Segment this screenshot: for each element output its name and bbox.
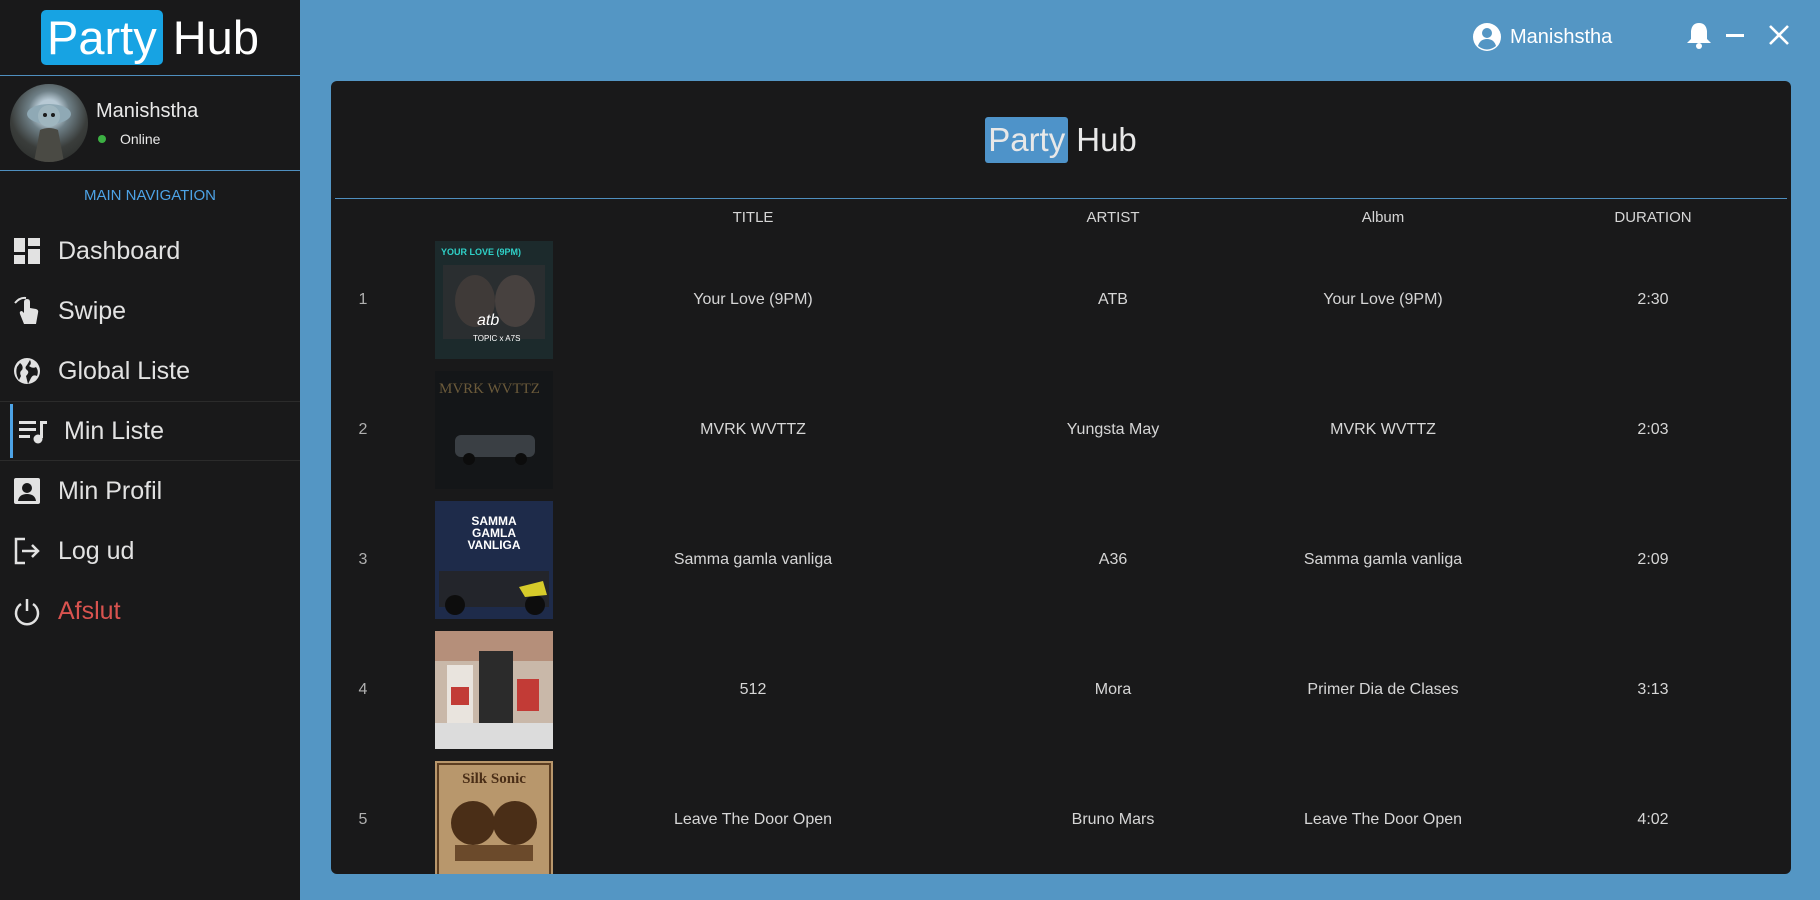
- app-logo: Party Hub: [0, 0, 300, 76]
- nav-label: Afslut: [58, 596, 121, 625]
- avatar: [10, 84, 88, 162]
- topbar-user[interactable]: Manishstha: [1472, 22, 1612, 52]
- cover-text: atb: [477, 312, 499, 329]
- table-header-row: TITLE ARTIST Album DURATION: [331, 199, 1791, 235]
- nav-min-profil[interactable]: Min Profil: [0, 461, 300, 521]
- track-title: 512: [739, 681, 767, 698]
- col-title[interactable]: TITLE: [575, 199, 931, 235]
- main-logo: Party Hub: [335, 81, 1787, 199]
- nav-label: Min Liste: [64, 416, 165, 445]
- track-album: Primer Dia de Clases: [1307, 681, 1459, 698]
- main-panel: Party Hub TITLE ARTIST Album DURATION 1: [331, 81, 1791, 874]
- playlist-icon: [18, 416, 48, 446]
- status-label: Online: [120, 130, 161, 147]
- logo-hub-text: Hub: [172, 11, 259, 64]
- cover-cell: YOUR LOVE (9PM) atb TOPIC x A7S: [395, 235, 575, 365]
- col-duration[interactable]: DURATION: [1471, 199, 1791, 235]
- track-artist: Yungsta May: [1066, 421, 1160, 438]
- table-row[interactable]: 4 512 Mora Primer Dia de Clases 3:13: [331, 625, 1791, 755]
- main-logo-party-text: Party: [985, 116, 1069, 163]
- dashboard-icon: [12, 236, 42, 266]
- track-album: Samma gamla vanliga: [1303, 551, 1463, 568]
- col-album[interactable]: Album: [1295, 199, 1471, 235]
- topbar-username: Manishstha: [1510, 25, 1613, 48]
- track-title: Samma gamla vanliga: [673, 551, 833, 568]
- user-circle-icon: [1472, 22, 1502, 52]
- profile-icon: [12, 476, 42, 506]
- track-number: 1: [358, 291, 368, 308]
- table-row[interactable]: 3 SAMMA GAMLA VANLIGA Samma gamla vanlig…: [331, 495, 1791, 625]
- col-number: [331, 199, 395, 235]
- track-duration: 2:30: [1637, 291, 1669, 308]
- minimize-icon: [1724, 24, 1746, 51]
- track-duration: 2:09: [1637, 551, 1669, 568]
- nav-label: Min Profil: [58, 476, 163, 505]
- nav-dashboard[interactable]: Dashboard: [0, 221, 300, 281]
- track-album: MVRK WVTTZ: [1330, 421, 1436, 438]
- album-cover-image: [435, 631, 553, 749]
- nav-swipe[interactable]: Swipe: [0, 281, 300, 341]
- cover-text: MVRK WVTTZ: [439, 381, 540, 397]
- nav-label: Log ud: [58, 536, 135, 565]
- album-cover-image: YOUR LOVE (9PM) atb TOPIC x A7S: [435, 241, 553, 359]
- track-album: Leave The Door Open: [1303, 811, 1463, 828]
- nav-global-liste[interactable]: Global Liste: [0, 341, 300, 401]
- globe-icon: [12, 356, 42, 386]
- nav-label: Swipe: [58, 296, 127, 325]
- table-row[interactable]: 1 YOUR LOVE (9PM) atb TOPIC x A7S Your L…: [331, 235, 1791, 365]
- nav-header: MAIN NAVIGATION: [84, 187, 216, 204]
- track-number: 3: [358, 551, 368, 568]
- track-title: Leave The Door Open: [673, 811, 833, 828]
- table-row[interactable]: 5 Silk Sonic Leave The Door Open Bruno M…: [331, 755, 1791, 874]
- nav-label: Dashboard: [58, 236, 181, 265]
- cover-text: YOUR LOVE (9PM): [441, 247, 521, 257]
- user-status: Online: [96, 131, 198, 147]
- close-icon: [1767, 23, 1791, 52]
- nav-label: Global Liste: [58, 356, 191, 385]
- swipe-icon: [12, 296, 42, 326]
- nav-afslut[interactable]: Afslut: [0, 581, 300, 641]
- track-number: 2: [358, 421, 368, 438]
- track-duration: 3:13: [1637, 681, 1669, 698]
- minimize-button[interactable]: [1720, 22, 1750, 52]
- col-artist[interactable]: ARTIST: [931, 199, 1295, 235]
- online-dot-icon: [98, 134, 106, 143]
- bell-icon: [1686, 21, 1712, 54]
- track-number: 4: [358, 681, 368, 698]
- track-duration: 2:03: [1637, 421, 1669, 438]
- track-number: 5: [358, 811, 368, 828]
- track-album: Your Love (9PM): [1323, 291, 1443, 308]
- logout-icon: [12, 536, 42, 566]
- track-title: Your Love (9PM): [693, 291, 813, 308]
- user-name: Manishstha: [96, 99, 199, 122]
- user-panel: Manishstha Online: [0, 76, 300, 171]
- album-cover-image: MVRK WVTTZ: [435, 371, 553, 489]
- cover-text: VANLIGA: [467, 538, 520, 552]
- track-duration: 4:02: [1637, 811, 1669, 828]
- album-cover-image: Silk Sonic: [435, 761, 553, 874]
- cover-cell: SAMMA GAMLA VANLIGA: [395, 495, 575, 625]
- col-cover: [395, 199, 575, 235]
- close-button[interactable]: [1764, 22, 1794, 52]
- track-title: MVRK WVTTZ: [700, 421, 806, 438]
- track-artist: ATB: [1098, 291, 1128, 308]
- album-cover-image: SAMMA GAMLA VANLIGA: [435, 501, 553, 619]
- cover-cell: Silk Sonic: [395, 755, 575, 874]
- nav-min-liste[interactable]: Min Liste: [0, 401, 300, 461]
- notifications-button[interactable]: [1684, 22, 1714, 52]
- cover-cell: [395, 625, 575, 755]
- cover-text: TOPIC x A7S: [473, 334, 520, 343]
- power-icon: [12, 596, 42, 626]
- cover-cell: MVRK WVTTZ: [395, 365, 575, 495]
- track-artist: A36: [1098, 551, 1128, 568]
- track-artist: Mora: [1094, 681, 1132, 698]
- main-logo-hub-text: Hub: [1076, 120, 1137, 158]
- table-row[interactable]: 2 MVRK WVTTZ MVRK WVTTZ Yungsta May MVRK…: [331, 365, 1791, 495]
- track-artist: Bruno Mars: [1071, 811, 1155, 828]
- logo-party-text: Party: [41, 10, 163, 65]
- nav-log-ud[interactable]: Log ud: [0, 521, 300, 581]
- playlist-table: TITLE ARTIST Album DURATION 1 YOUR LOVE …: [331, 199, 1791, 874]
- sidebar: Party Hub Manishstha Online MAIN NAVIGAT…: [0, 0, 300, 900]
- cover-text: Silk Sonic: [462, 771, 526, 787]
